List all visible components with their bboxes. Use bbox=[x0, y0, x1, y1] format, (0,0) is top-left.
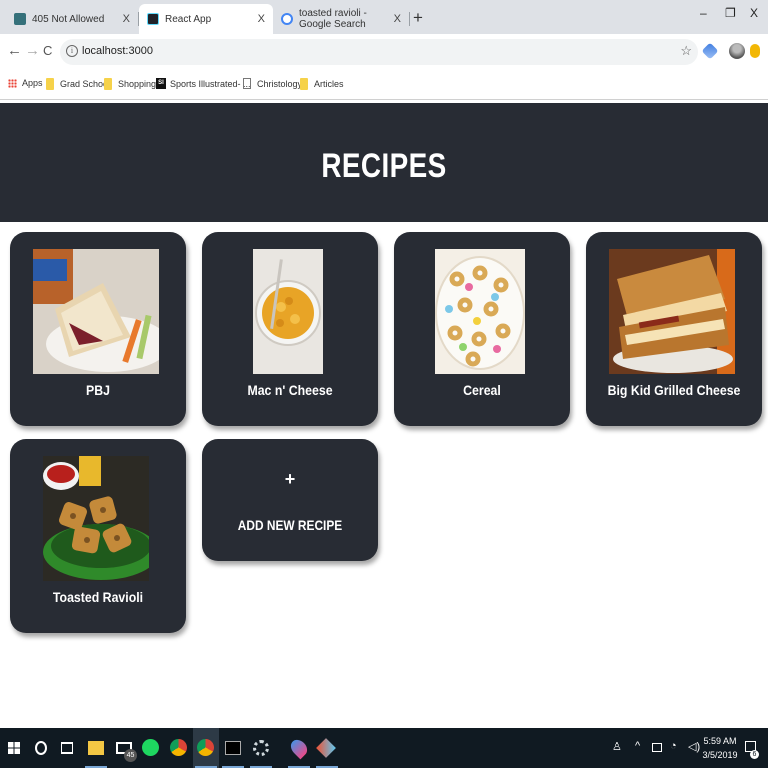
toasted-ravioli-photo bbox=[43, 456, 149, 581]
chrome-icon[interactable] bbox=[170, 739, 187, 756]
recipe-card-mac-n-cheese[interactable]: Mac n' Cheese bbox=[202, 232, 378, 426]
forward-button[interactable]: → bbox=[25, 42, 40, 59]
close-window-button[interactable]: X bbox=[750, 6, 758, 20]
address-bar[interactable]: i localhost:3000 ☆ bbox=[60, 39, 698, 65]
toasted-ravioli-photo-illustration bbox=[43, 456, 149, 581]
folder-icon bbox=[104, 78, 112, 90]
tab-strip: 405 Not Allowed X React App X toasted ra… bbox=[0, 0, 768, 34]
bookmark-label: Christology bbox=[257, 78, 303, 89]
react-favicon-icon bbox=[147, 13, 159, 25]
chevron-up-icon[interactable]: ^ bbox=[635, 740, 640, 752]
notifications-badge: 6 bbox=[750, 750, 759, 759]
battery-icon[interactable] bbox=[652, 743, 662, 752]
recipe-name: Toasted Ravioli bbox=[52, 589, 144, 605]
search-icon[interactable] bbox=[35, 741, 47, 755]
add-new-recipe-label: ADD NEW RECIPE bbox=[237, 517, 343, 533]
site-info-icon[interactable]: i bbox=[66, 45, 78, 57]
task-view-icon[interactable] bbox=[61, 742, 73, 754]
recipe-card-pbj[interactable]: PBJ bbox=[10, 232, 186, 426]
bookmark-label: Articles bbox=[314, 79, 344, 89]
windows-taskbar: 45 ♙ ^ ◔ ◁) 5:59 AM 3/5/2019 6 bbox=[0, 728, 768, 768]
url-text[interactable]: localhost:3000 bbox=[82, 45, 153, 57]
close-tab-icon[interactable]: X bbox=[394, 13, 401, 25]
new-tab-button[interactable]: + bbox=[413, 8, 423, 28]
bookmark-christology[interactable]: Christology bbox=[243, 78, 302, 89]
folder-icon bbox=[46, 78, 54, 90]
maximize-button[interactable]: ❐ bbox=[725, 6, 736, 20]
grilled-cheese-photo bbox=[609, 249, 735, 374]
pbj-photo bbox=[33, 249, 159, 374]
mail-badge: 45 bbox=[124, 749, 137, 762]
plus-icon: + bbox=[284, 469, 296, 489]
recipe-name: Big Kid Grilled Cheese bbox=[607, 382, 741, 398]
bookmarks-bar: Apps Grad School Shopping SI Sports Illu… bbox=[0, 70, 768, 100]
extension-icon[interactable] bbox=[701, 42, 719, 60]
bookmark-shopping[interactable]: Shopping bbox=[104, 78, 156, 90]
chrome-icon[interactable] bbox=[197, 739, 214, 756]
bookmark-sports-illustrated[interactable]: SI Sports Illustrated- ... bbox=[156, 78, 251, 89]
tab-google-search[interactable]: toasted ravioli - Google Search X bbox=[273, 4, 409, 34]
browser-toolbar: ← → C i localhost:3000 ☆ bbox=[0, 34, 768, 70]
recipe-card-big-kid-grilled-cheese[interactable]: Big Kid Grilled Cheese bbox=[586, 232, 762, 426]
extension-orange-icon[interactable] bbox=[750, 44, 760, 58]
reload-button[interactable]: C bbox=[43, 43, 52, 58]
site-favicon-icon bbox=[14, 13, 26, 25]
bookmark-articles[interactable]: Articles bbox=[300, 78, 344, 90]
page-icon bbox=[243, 78, 251, 89]
app-header: RECIPES bbox=[0, 103, 768, 222]
pbj-photo-illustration bbox=[33, 249, 159, 374]
sports-illustrated-icon: SI bbox=[156, 78, 166, 89]
file-explorer-icon[interactable] bbox=[88, 741, 104, 755]
wifi-icon[interactable]: ◔ bbox=[670, 740, 677, 752]
volume-icon[interactable]: ◁) bbox=[688, 740, 700, 753]
people-icon[interactable]: ♙ bbox=[612, 740, 622, 753]
git-icon[interactable] bbox=[316, 738, 336, 758]
terminal-icon[interactable] bbox=[225, 741, 241, 755]
bookmark-label: Sports Illustrated- ... bbox=[170, 78, 251, 89]
recipe-name: Cereal bbox=[463, 382, 501, 398]
tab-title: React App bbox=[165, 13, 212, 25]
tab-react-app[interactable]: React App X bbox=[139, 4, 273, 34]
minimize-button[interactable]: – bbox=[700, 6, 707, 20]
clock-date: 3/5/2019 bbox=[702, 750, 738, 760]
google-favicon-icon bbox=[281, 13, 293, 25]
recipe-name: Mac n' Cheese bbox=[247, 382, 333, 398]
tab-title: 405 Not Allowed bbox=[32, 13, 105, 25]
bookmark-grad-school[interactable]: Grad School bbox=[46, 78, 110, 90]
tab-divider bbox=[409, 12, 410, 26]
close-tab-icon[interactable]: X bbox=[123, 13, 130, 25]
mac-n-cheese-photo-illustration bbox=[253, 249, 323, 374]
profile-avatar[interactable] bbox=[729, 43, 745, 59]
windows-start-icon[interactable] bbox=[8, 742, 20, 754]
bookmark-label: Grad School bbox=[60, 79, 111, 89]
system-clock[interactable]: 5:59 AM 3/5/2019 bbox=[700, 734, 740, 762]
tab-title: toasted ravioli - Google Search bbox=[299, 8, 367, 30]
grilled-cheese-photo-illustration bbox=[609, 249, 735, 374]
tab-405-not-allowed[interactable]: 405 Not Allowed X bbox=[6, 4, 138, 34]
bookmark-apps[interactable]: Apps bbox=[8, 78, 43, 88]
recipe-card-toasted-ravioli[interactable]: Toasted Ravioli bbox=[10, 439, 186, 633]
apps-grid-icon bbox=[8, 78, 17, 88]
settings-gear-icon[interactable] bbox=[253, 740, 269, 756]
close-tab-icon[interactable]: X bbox=[258, 13, 265, 25]
cereal-photo-illustration bbox=[435, 249, 525, 374]
bookmark-label: Apps bbox=[22, 78, 43, 88]
clock-time: 5:59 AM bbox=[703, 736, 737, 746]
back-button[interactable]: ← bbox=[7, 42, 22, 59]
recipe-card-cereal[interactable]: Cereal bbox=[394, 232, 570, 426]
recipe-name: PBJ bbox=[86, 382, 110, 398]
page-title: RECIPES bbox=[321, 147, 447, 185]
maps-pin-icon[interactable] bbox=[287, 736, 311, 760]
cereal-photo bbox=[435, 249, 525, 374]
spotify-icon[interactable] bbox=[142, 739, 159, 756]
folder-icon bbox=[300, 78, 308, 90]
mac-n-cheese-photo bbox=[253, 249, 323, 374]
add-new-recipe-card[interactable]: + ADD NEW RECIPE bbox=[202, 439, 378, 561]
bookmark-star-icon[interactable]: ☆ bbox=[680, 43, 692, 59]
bookmark-label: Shopping bbox=[118, 79, 157, 89]
